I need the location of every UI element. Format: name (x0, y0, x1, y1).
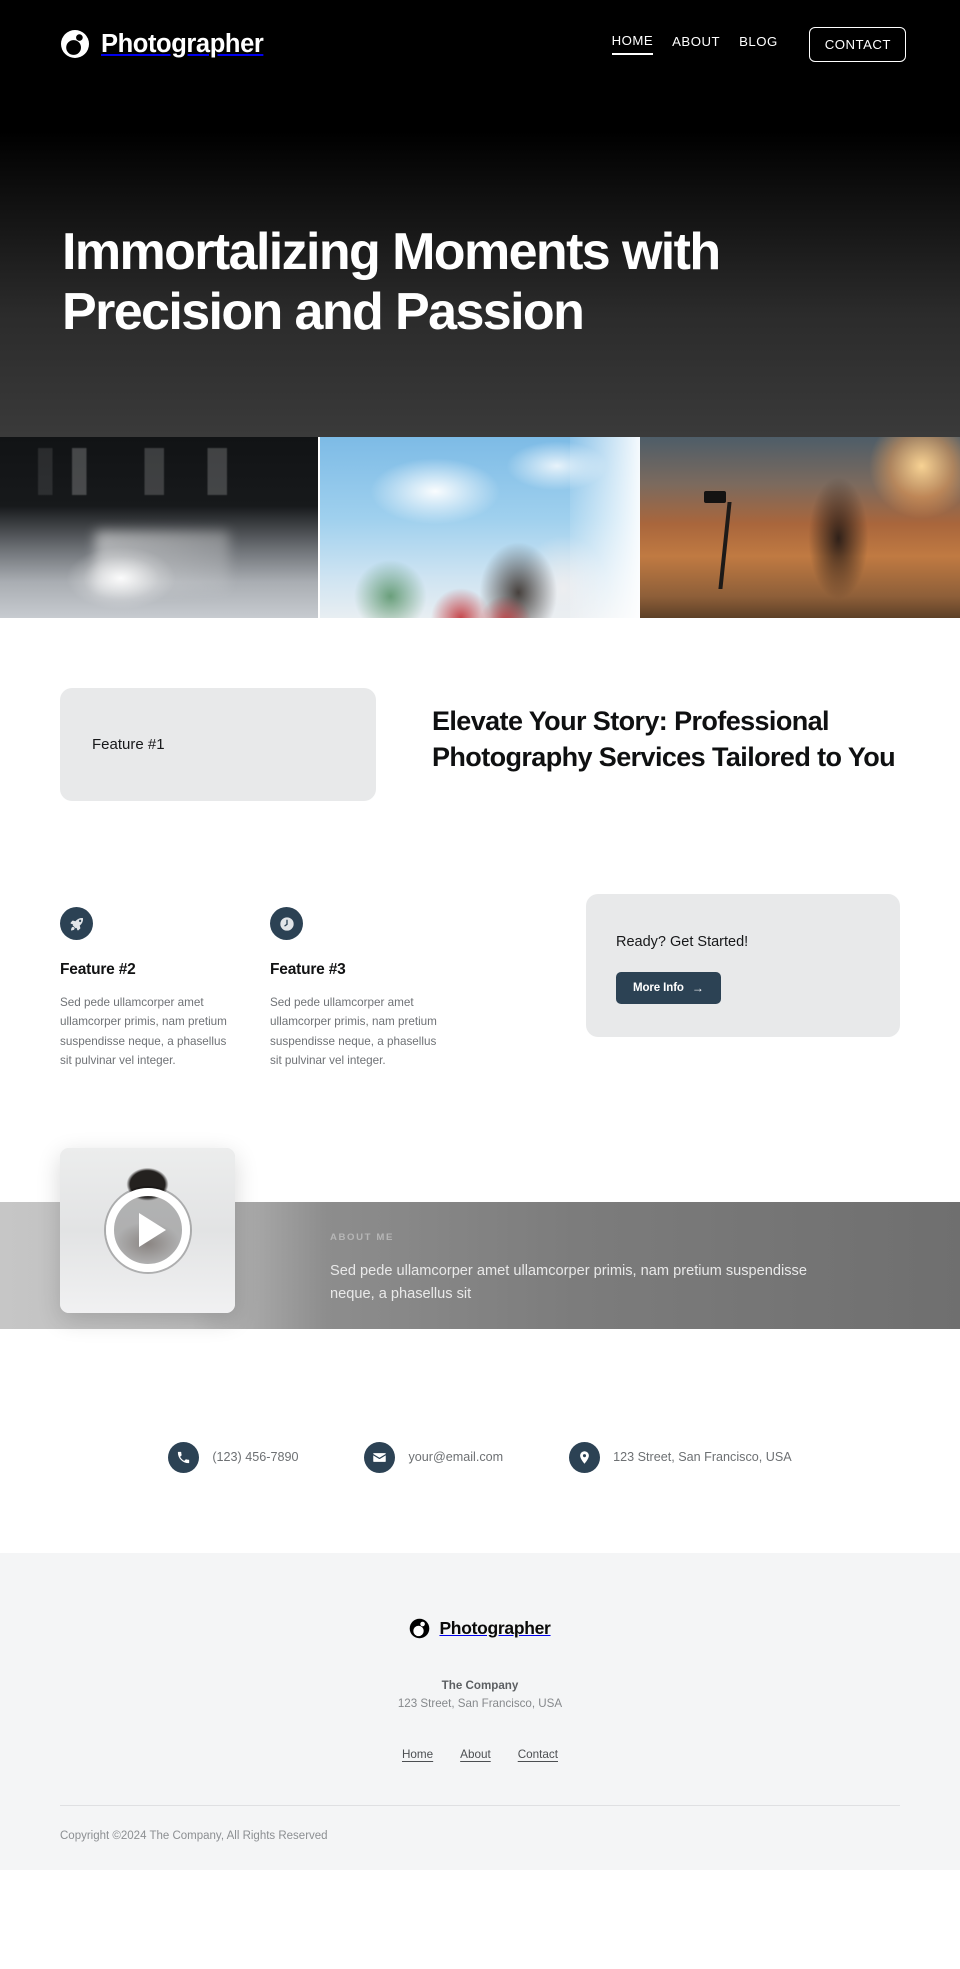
hero-image-strip (0, 437, 960, 618)
footer-links-group: Home About Contact (60, 1748, 900, 1761)
hero-section: Photographer HOME ABOUT BLOG CONTACT Imm… (0, 0, 960, 437)
contact-phone-text: (123) 456-7890 (212, 1450, 299, 1465)
feature-intro-section: Feature #1 Elevate Your Story: Professio… (0, 618, 960, 801)
footer-link-contact[interactable]: Contact (518, 1748, 558, 1761)
contact-address[interactable]: 123 Street, San Francisco, USA (569, 1441, 792, 1473)
contact-phone[interactable]: (123) 456-7890 (168, 1441, 299, 1473)
studio-lighting-photo (0, 437, 318, 618)
site-footer: Photographer The Company 123 Street, San… (0, 1552, 960, 1870)
rocket-icon (60, 907, 93, 940)
feature-1-label: Feature #1 (92, 736, 165, 753)
nav-links-group: HOME ABOUT BLOG CONTACT (611, 26, 906, 62)
hero-title: Immortalizing Moments with Precision and… (62, 223, 721, 341)
nav-link-blog[interactable]: BLOG (739, 34, 778, 54)
get-started-card: Ready? Get Started! More Info → (586, 894, 900, 1037)
feature-2-column: Feature #2 Sed pede ullamcorper amet ull… (60, 907, 270, 1071)
about-kicker: ABOUT ME (330, 1231, 394, 1243)
wedding-couple-photo (320, 437, 640, 618)
arrow-right-icon: → (691, 981, 704, 995)
brand-logo-link[interactable]: Photographer (60, 29, 264, 59)
contact-button[interactable]: CONTACT (808, 26, 906, 62)
feature-3-column: Feature #3 Sed pede ullamcorper amet ull… (270, 907, 480, 1071)
footer-company-address: 123 Street, San Francisco, USA (397, 1696, 563, 1710)
features-section: Feature #2 Sed pede ullamcorper amet ull… (0, 801, 960, 1071)
cta-title: Ready? Get Started! (616, 934, 749, 950)
feature-1-card: Feature #1 (60, 688, 376, 801)
more-info-label: More Info (633, 982, 684, 994)
about-text-block: ABOUT ME Sed pede ullamcorper amet ullam… (330, 1232, 890, 1306)
main-navigation: Photographer HOME ABOUT BLOG CONTACT (0, 0, 960, 88)
contact-email[interactable]: your@email.com (364, 1441, 504, 1473)
footer-link-home[interactable]: Home (402, 1748, 433, 1761)
photographer-landing-page: Photographer HOME ABOUT BLOG CONTACT Imm… (0, 0, 960, 1870)
footer-company-name: The Company (441, 1678, 519, 1692)
aperture-circle-icon (409, 1618, 430, 1639)
about-video-thumbnail[interactable] (60, 1147, 235, 1313)
about-section: ABOUT ME Sed pede ullamcorper amet ullam… (0, 1147, 960, 1377)
footer-link-about[interactable]: About (460, 1748, 491, 1761)
contact-info-row: (123) 456-7890 your@email.com 123 Street… (0, 1376, 960, 1553)
map-pin-icon (569, 1441, 601, 1473)
play-icon[interactable] (105, 1188, 190, 1273)
nav-link-about[interactable]: ABOUT (672, 34, 720, 54)
feature-2-title: Feature #2 (60, 961, 136, 978)
brand-name: Photographer (101, 29, 264, 58)
footer-brand-name: Photographer (439, 1617, 551, 1638)
nav-link-home[interactable]: HOME (611, 33, 654, 55)
clock-icon (270, 907, 303, 940)
feature-section-heading: Elevate Your Story: Professional Photogr… (432, 706, 896, 772)
feature-3-body: Sed pede ullamcorper amet ullamcorper pr… (270, 996, 437, 1068)
sunset-landscape-photo (640, 437, 960, 618)
footer-copyright: Copyright ©2024 The Company, All Rights … (60, 1829, 328, 1842)
more-info-button[interactable]: More Info → (616, 972, 721, 1004)
feature-3-title: Feature #3 (270, 961, 346, 978)
footer-brand-link[interactable]: Photographer (60, 1618, 900, 1639)
contact-address-text: 123 Street, San Francisco, USA (613, 1450, 792, 1465)
play-triangle (138, 1213, 166, 1248)
phone-icon (168, 1441, 200, 1473)
envelope-icon (364, 1441, 396, 1473)
feature-2-body: Sed pede ullamcorper amet ullamcorper pr… (60, 996, 227, 1068)
aperture-circle-icon (60, 29, 90, 59)
contact-email-text: your@email.com (408, 1450, 504, 1465)
about-body: Sed pede ullamcorper amet ullamcorper pr… (330, 1262, 807, 1302)
